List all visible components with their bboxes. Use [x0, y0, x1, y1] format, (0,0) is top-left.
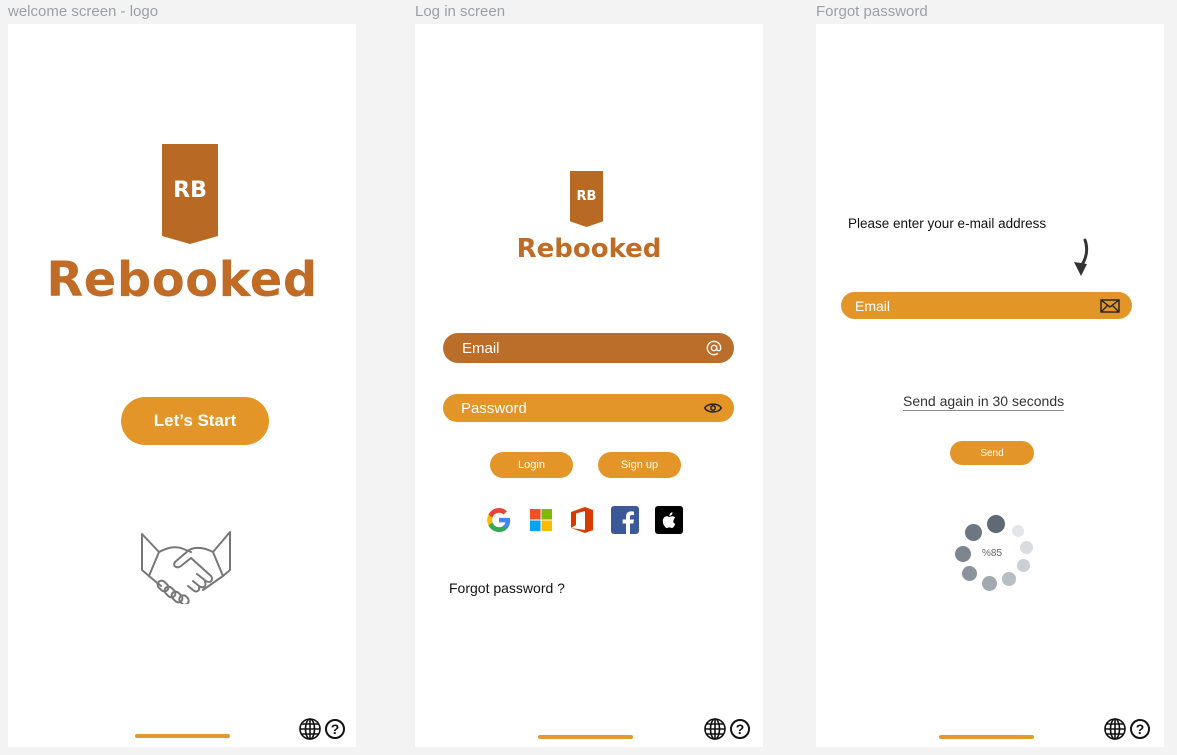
- progress-percent: %85: [981, 548, 1002, 559]
- help-icon[interactable]: ?: [1130, 719, 1150, 739]
- home-indicator: [538, 735, 633, 739]
- office-icon[interactable]: [569, 506, 595, 534]
- spinner-dot: [1017, 559, 1030, 572]
- email-input[interactable]: Email: [443, 333, 734, 363]
- spinner-dot: [965, 524, 982, 541]
- forgot-password-link[interactable]: Forgot password ?: [449, 580, 565, 596]
- loading-spinner: %85: [950, 512, 1034, 596]
- password-input[interactable]: Password: [443, 394, 734, 422]
- apple-icon[interactable]: [655, 506, 683, 534]
- eye-icon[interactable]: [704, 402, 722, 414]
- email-input[interactable]: Email: [841, 292, 1132, 319]
- frame-label-welcome: welcome screen - logo: [8, 3, 159, 20]
- help-icon[interactable]: ?: [325, 719, 345, 739]
- help-icon[interactable]: ?: [730, 719, 750, 739]
- frame-label-login: Log in screen: [415, 3, 506, 20]
- send-button[interactable]: Send: [950, 441, 1034, 465]
- forgot-password-screen: Please enter your e-mail address Email S…: [816, 24, 1164, 747]
- handshake-icon: [139, 524, 233, 604]
- login-screen: RB Rebooked Email Password Login Sign up: [415, 24, 763, 747]
- facebook-icon[interactable]: [611, 506, 639, 534]
- brand-name: Rebooked: [516, 234, 662, 264]
- frame-label-forgot: Forgot password: [816, 3, 928, 20]
- home-indicator: [135, 734, 230, 738]
- email-placeholder: Email: [462, 339, 500, 357]
- google-icon[interactable]: [485, 506, 513, 534]
- globe-icon[interactable]: [1103, 717, 1127, 741]
- globe-icon[interactable]: [703, 717, 727, 741]
- microsoft-icon[interactable]: [529, 508, 553, 532]
- at-sign-icon: [706, 340, 722, 356]
- logo-initials: RB: [173, 178, 207, 203]
- login-button[interactable]: Login: [490, 452, 573, 478]
- email-prompt: Please enter your e-mail address: [848, 216, 1047, 231]
- corner-icons: ?: [703, 717, 750, 741]
- logo-banner: RB: [162, 144, 218, 244]
- resend-countdown: Send again in 30 seconds: [903, 393, 1065, 411]
- corner-icons: ?: [298, 717, 345, 741]
- home-indicator: [939, 735, 1034, 739]
- spinner-dot: [982, 576, 997, 591]
- envelope-icon: [1100, 298, 1120, 313]
- spinner-dot: [1012, 525, 1024, 537]
- arrow-down-icon: [1070, 238, 1092, 278]
- lets-start-button[interactable]: Let’s Start: [121, 397, 269, 445]
- logo-initials: RB: [576, 189, 597, 204]
- spinner-dot: [962, 566, 977, 581]
- spinner-dot: [987, 515, 1005, 533]
- email-placeholder: Email: [855, 297, 891, 314]
- social-login-row: [485, 506, 683, 534]
- sign-up-button[interactable]: Sign up: [598, 452, 681, 478]
- logo-banner: RB: [570, 171, 603, 227]
- globe-icon[interactable]: [298, 717, 322, 741]
- brand-name: Rebooked: [46, 252, 318, 308]
- spinner-dot: [1002, 572, 1016, 586]
- welcome-screen: RB Rebooked Let’s Start ?: [8, 24, 356, 747]
- password-placeholder: Password: [461, 399, 527, 417]
- corner-icons: ?: [1103, 717, 1150, 741]
